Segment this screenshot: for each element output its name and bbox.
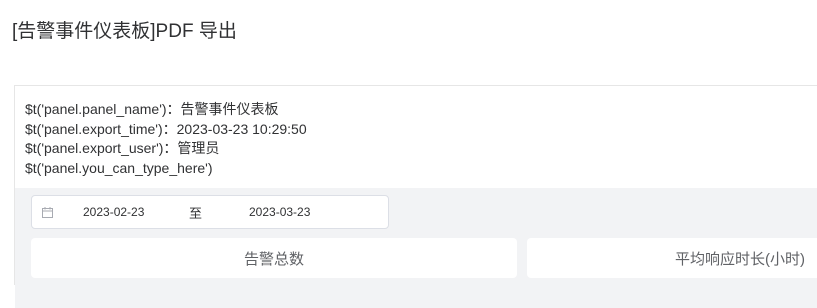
avg-response-card: 平均响应时长(小时) (527, 238, 817, 278)
panel-meta: $t('panel.panel_name')：告警事件仪表板 $t('panel… (25, 100, 307, 178)
alarm-total-card: 告警总数 (31, 238, 517, 278)
meta-export-time: $t('panel.export_time')：2023-03-23 10:29… (25, 120, 307, 137)
end-date-input[interactable]: 2023-03-23 (249, 205, 349, 219)
meta-panel-name: $t('panel.panel_name')：告警事件仪表板 (25, 101, 279, 117)
card-title: 平均响应时长(小时) (675, 251, 805, 268)
date-separator: 至 (189, 205, 203, 221)
start-date-input[interactable]: 2023-02-23 (83, 205, 189, 219)
date-range-picker[interactable]: 2023-02-23 至 2023-03-23 (31, 195, 389, 229)
calendar-icon (42, 206, 53, 218)
export-panel: $t('panel.panel_name')：告警事件仪表板 $t('panel… (14, 85, 817, 308)
card-title: 告警总数 (243, 251, 304, 268)
dashboard-canvas: 2023-02-23 至 2023-03-23 告警总数 平均响应时长(小时) (15, 188, 817, 308)
meta-type-here[interactable]: $t('panel.you_can_type_here') (25, 159, 307, 179)
meta-export-user: $t('panel.export_user')：管理员 (25, 140, 220, 156)
page-title: [告警事件仪表板]PDF 导出 (12, 21, 237, 42)
